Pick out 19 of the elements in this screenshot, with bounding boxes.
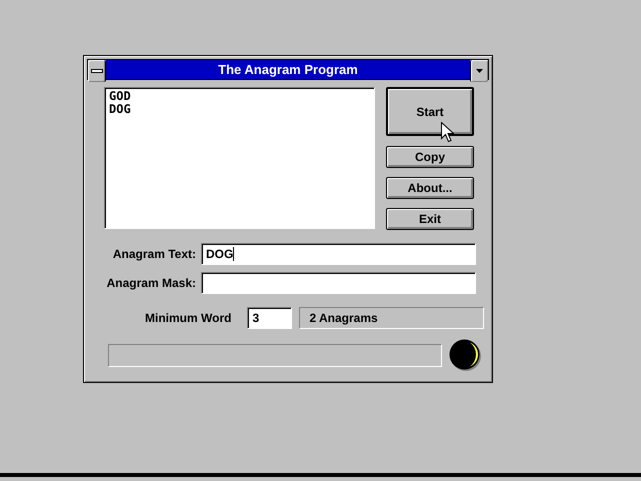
- input-field[interactable]: [201, 272, 476, 294]
- minus-icon: [90, 69, 102, 73]
- system-menu-button[interactable]: [88, 60, 106, 82]
- moon-icon: [449, 339, 482, 372]
- field-label: Minimum Word: [145, 311, 232, 325]
- command-button[interactable]: About...: [386, 177, 474, 199]
- default-button[interactable]: Start: [386, 87, 474, 136]
- input-field[interactable]: DOG: [201, 243, 476, 265]
- down-arrow-icon: [476, 69, 483, 73]
- status-text: 2 Anagrams: [299, 307, 484, 329]
- minimum-word-field[interactable]: 3: [247, 307, 292, 329]
- results-list[interactable]: GOD DOG: [104, 87, 375, 229]
- command-button[interactable]: Exit: [386, 208, 474, 230]
- window-title: The Anagram Program: [106, 60, 470, 79]
- field-label: Anagram Text:: [112, 247, 197, 261]
- mouse-cursor-icon: [441, 122, 454, 143]
- minimize-button[interactable]: [470, 60, 488, 82]
- command-button[interactable]: Copy: [386, 146, 474, 168]
- field-label: Anagram Mask:: [106, 276, 197, 290]
